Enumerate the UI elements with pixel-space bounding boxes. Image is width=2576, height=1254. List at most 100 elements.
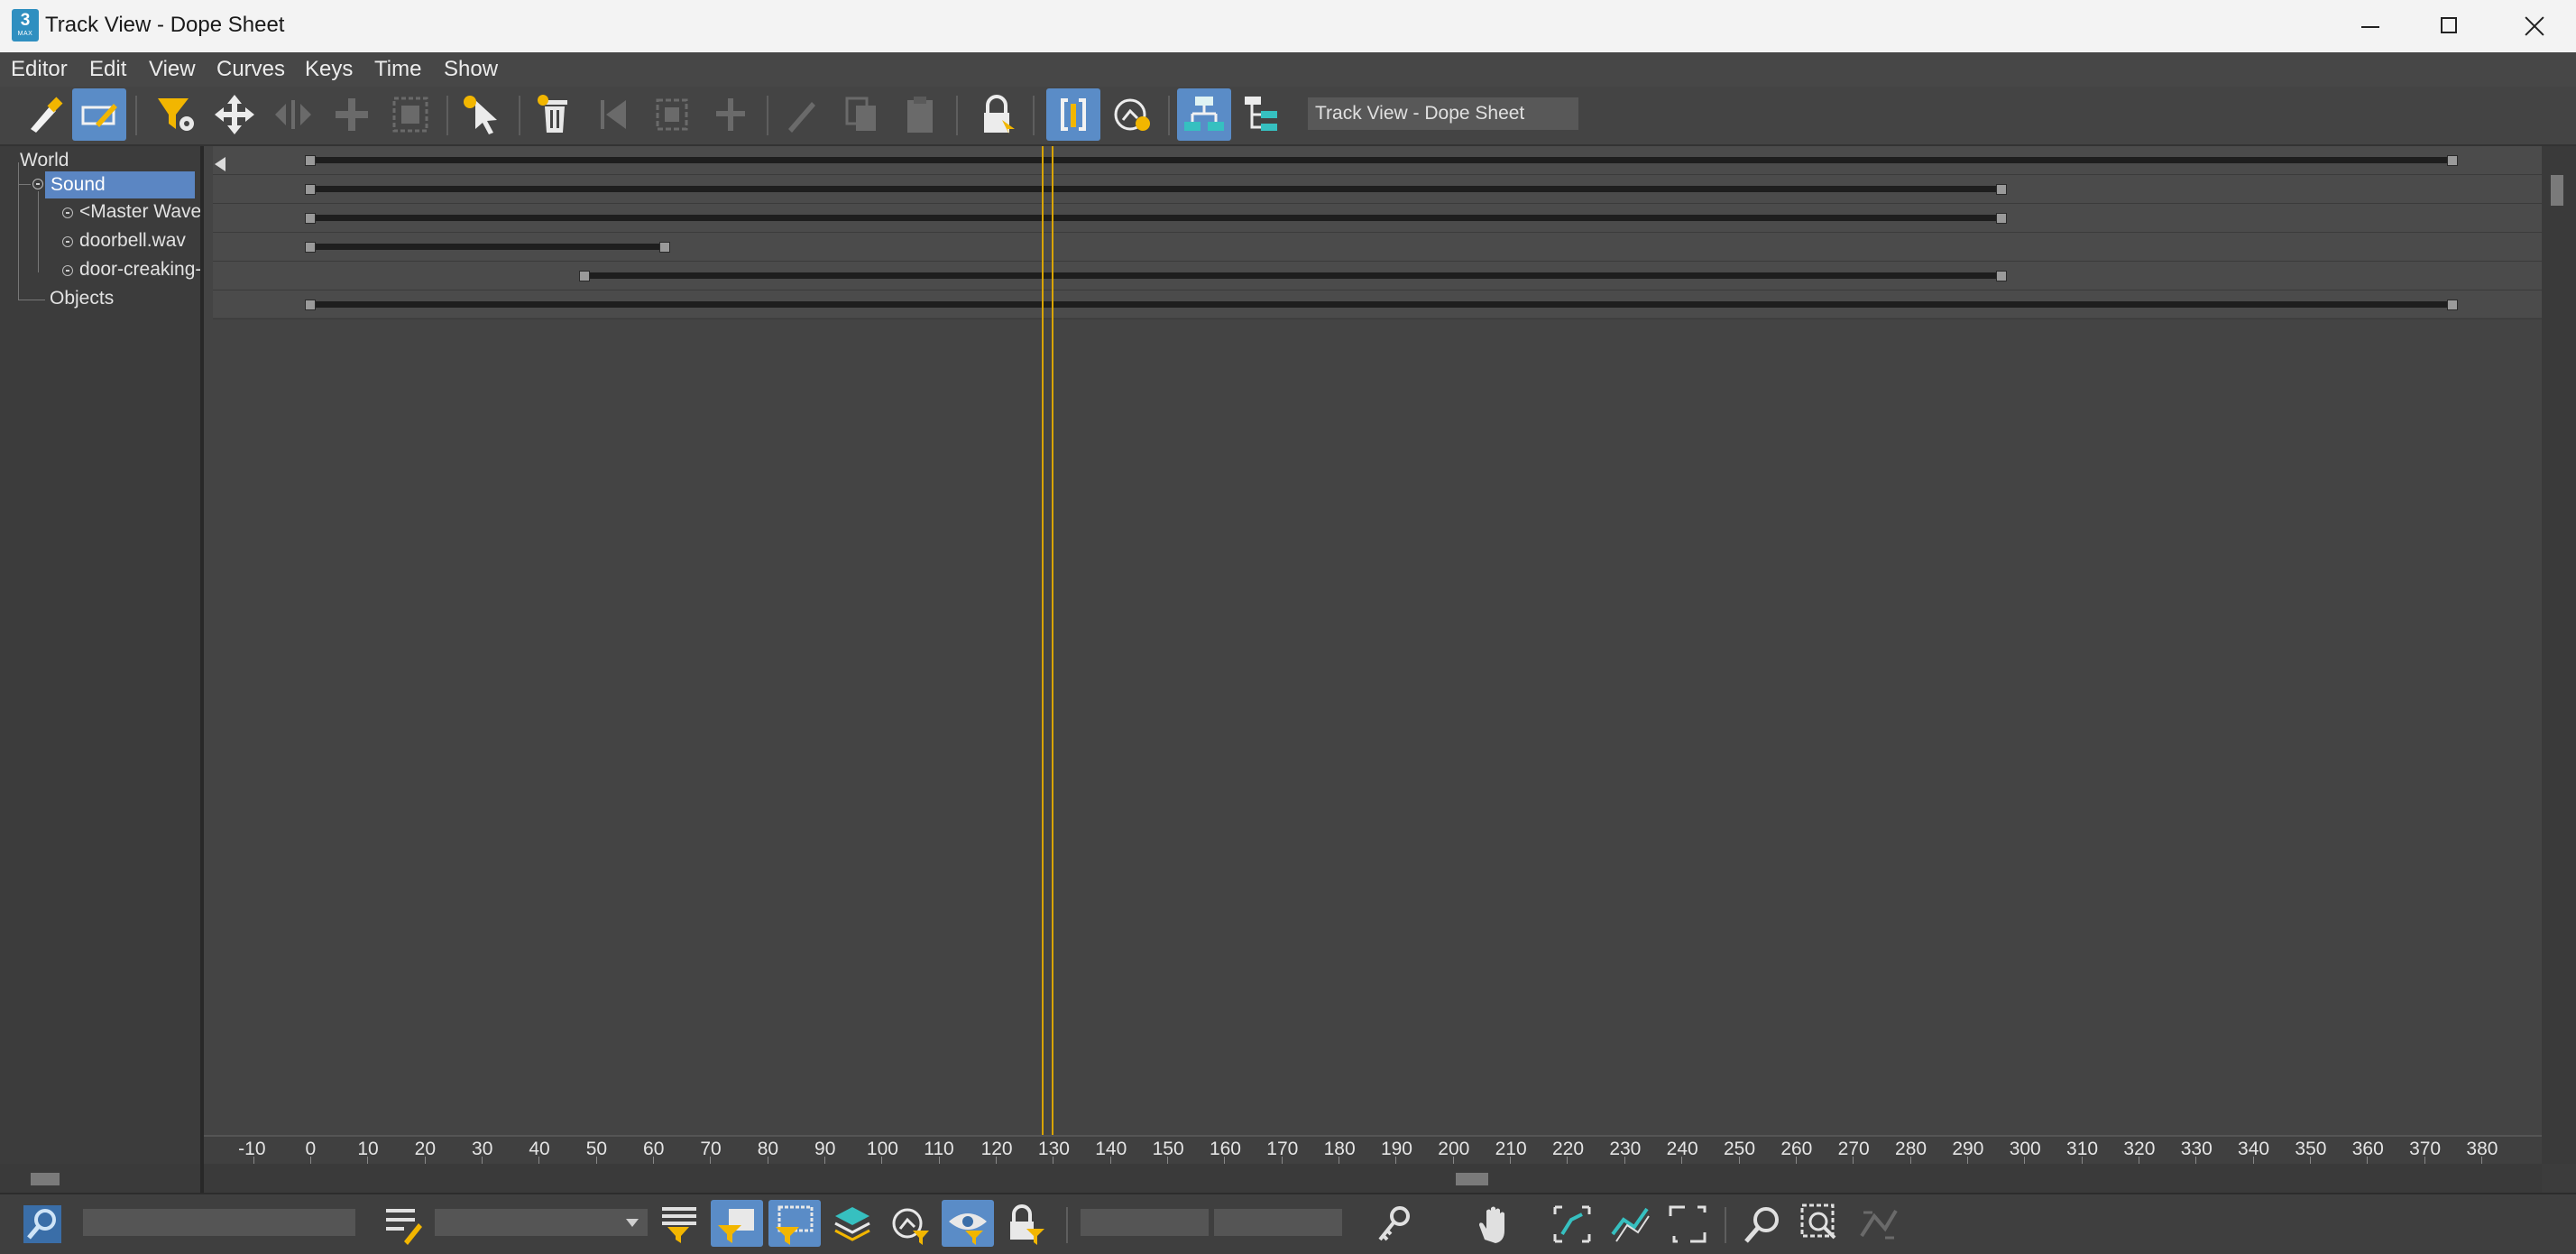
expand-doorbell-icon[interactable] <box>62 236 73 247</box>
range-end-handle[interactable] <box>1995 184 2007 195</box>
expand-sound-icon[interactable] <box>32 179 43 189</box>
zoom-horizontal-extents-button[interactable] <box>1546 1200 1598 1247</box>
ruler-tick-label: 300 <box>2009 1139 2041 1159</box>
range-bar-doorbell[interactable] <box>310 244 665 250</box>
filter-layers-button[interactable] <box>826 1200 879 1247</box>
ruler-tick-mark <box>1966 1157 1968 1164</box>
hierarchy-mode-button[interactable] <box>1177 88 1231 141</box>
range-start-handle[interactable] <box>579 271 591 281</box>
time-ruler[interactable]: -10 0 10 20 30 40 50 60 70 80 90 100 110 120 130 140 150… <box>204 1135 2542 1164</box>
range-end-handle[interactable] <box>2447 155 2459 166</box>
select-by-name-field[interactable] <box>83 1209 355 1236</box>
menu-view[interactable]: View <box>149 52 196 87</box>
menu-editor[interactable]: Editor <box>11 52 68 87</box>
edit-keys-mode-button[interactable] <box>72 88 126 141</box>
tree-item-world[interactable]: World <box>20 150 69 171</box>
range-bar-world[interactable] <box>310 157 2453 163</box>
filter-visible-button[interactable] <box>942 1200 994 1247</box>
ruler-tick-label: 360 <box>2351 1139 2384 1159</box>
zoom-selection-button[interactable] <box>1795 1200 1847 1247</box>
pen-time-button[interactable] <box>776 88 830 141</box>
scale-keys-button[interactable] <box>383 88 437 141</box>
range-end-handle[interactable] <box>1995 213 2007 224</box>
tree-item-objects[interactable]: Objects <box>50 288 114 309</box>
insert-time-button[interactable] <box>704 88 758 141</box>
range-start-handle[interactable] <box>305 213 316 224</box>
show-keyable-button[interactable] <box>1105 88 1159 141</box>
filter-selected-objects-button[interactable] <box>711 1200 763 1247</box>
range-start-handle[interactable] <box>305 184 316 195</box>
timeline-horizontal-scrollbar[interactable] <box>204 1164 2542 1193</box>
range-bar-master-wave[interactable] <box>310 215 2001 221</box>
time-slider-line[interactable] <box>1042 146 1044 1135</box>
isolate-curve-button[interactable] <box>1853 1200 1905 1247</box>
tree-item-door-creaking[interactable]: door-creaking- <box>79 259 200 281</box>
menu-keys[interactable]: Keys <box>305 52 353 87</box>
brush-icon <box>31 97 63 133</box>
menu-time[interactable]: Time <box>374 52 421 87</box>
track-view-name-field[interactable]: Track View - Dope Sheet <box>1308 97 1578 130</box>
zoom-button[interactable] <box>1737 1200 1789 1247</box>
minimize-button[interactable] <box>2327 0 2410 52</box>
toolbar-separator <box>135 96 137 135</box>
select-keys-button[interactable] <box>455 88 510 141</box>
filters-brush-button[interactable] <box>18 88 72 141</box>
range-bar-sound[interactable] <box>310 186 2001 192</box>
tree-item-sound[interactable]: Sound <box>45 171 195 198</box>
range-start-handle[interactable] <box>305 300 316 310</box>
menu-edit[interactable]: Edit <box>89 52 126 87</box>
range-bar-door-creaking[interactable] <box>584 272 2001 279</box>
range-bar-objects[interactable] <box>310 301 2453 308</box>
track-set-editor-button[interactable] <box>377 1200 429 1247</box>
expand-master-wave-icon[interactable] <box>62 207 73 218</box>
maximize-button[interactable] <box>2406 0 2489 52</box>
time-slider-line[interactable] <box>1052 146 1054 1135</box>
zoom-value-extents-button[interactable] <box>1604 1200 1656 1247</box>
ruler-tick-mark <box>1909 1157 1911 1164</box>
paste-time-button[interactable] <box>893 88 947 141</box>
expand-door-creaking-icon[interactable] <box>62 265 73 276</box>
filter-selected-tracks-button[interactable] <box>653 1200 705 1247</box>
pan-button[interactable] <box>1468 1200 1521 1247</box>
collapse-arrow-icon[interactable] <box>215 157 225 171</box>
zoom-region-button[interactable] <box>1661 1200 1714 1247</box>
tree-horizontal-scrollbar[interactable] <box>0 1164 200 1193</box>
ruler-tick-label: 340 <box>2238 1139 2270 1159</box>
timeline-scroll-thumb[interactable] <box>1456 1173 1488 1185</box>
copy-time-button[interactable] <box>834 88 888 141</box>
range-start-handle[interactable] <box>305 242 316 253</box>
snap-toggle-button[interactable] <box>1046 88 1100 141</box>
key-mode-button[interactable] <box>1367 1200 1420 1247</box>
frame-field[interactable] <box>1081 1209 1209 1236</box>
zoom-selected-button[interactable] <box>16 1200 69 1247</box>
dope-sheet-area[interactable] <box>204 146 2542 1135</box>
add-keys-button[interactable] <box>325 88 379 141</box>
move-keys-button[interactable] <box>207 88 262 141</box>
filter-button[interactable] <box>149 88 203 141</box>
vertical-scroll-thumb[interactable] <box>2551 175 2563 206</box>
track-set-dropdown[interactable] <box>435 1209 648 1236</box>
filter-animated-tracks-button[interactable] <box>768 1200 821 1247</box>
filter-keyable-button[interactable] <box>884 1200 936 1247</box>
range-end-handle[interactable] <box>658 242 670 253</box>
value-field[interactable] <box>1214 1209 1342 1236</box>
tree-layout-button[interactable] <box>1236 88 1290 141</box>
tree-scroll-thumb[interactable] <box>31 1173 60 1185</box>
align-keys-button[interactable] <box>645 88 699 141</box>
delete-keys-button[interactable] <box>528 88 582 141</box>
filter-unlocked-button[interactable] <box>999 1200 1052 1247</box>
isolate-curve-icon <box>1860 1209 1898 1240</box>
vertical-scrollbar[interactable] <box>2542 146 2576 1164</box>
menu-curves[interactable]: Curves <box>216 52 285 87</box>
tree-item-master-wave[interactable]: <Master Wave <box>79 201 200 223</box>
ruler-tick-label: 370 <box>2409 1139 2442 1159</box>
lock-selection-button[interactable] <box>970 88 1024 141</box>
snap-frames-button[interactable] <box>586 88 640 141</box>
menu-show[interactable]: Show <box>444 52 498 87</box>
range-end-handle[interactable] <box>1995 271 2007 281</box>
slide-keys-button[interactable] <box>266 88 320 141</box>
range-start-handle[interactable] <box>305 155 316 166</box>
tree-item-doorbell[interactable]: doorbell.wav <box>79 230 200 252</box>
close-button[interactable] <box>2489 0 2572 52</box>
range-end-handle[interactable] <box>2447 300 2459 310</box>
